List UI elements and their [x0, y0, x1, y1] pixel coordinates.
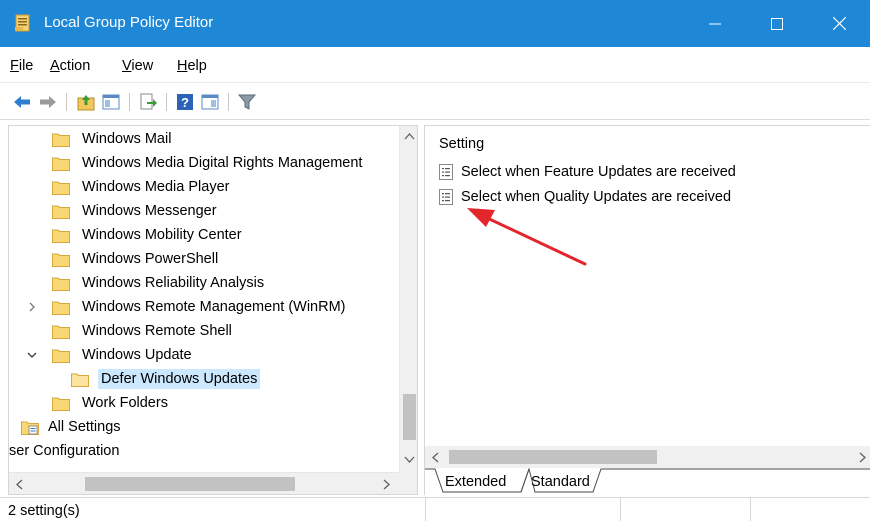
- tree-item-label: Windows Messenger: [82, 203, 217, 219]
- tree-item-label: Windows Reliability Analysis: [82, 275, 265, 291]
- folder-icon: [52, 325, 70, 339]
- tree-item[interactable]: Windows Mobility Center: [52, 223, 245, 247]
- status-divider: [620, 498, 621, 521]
- svg-text:?: ?: [181, 95, 189, 110]
- menu-bar: File Action View Help: [0, 47, 870, 83]
- toolbar-separator: [129, 93, 130, 111]
- folder-icon: [52, 181, 70, 195]
- tree-item-selected[interactable]: Defer Windows Updates: [71, 367, 261, 391]
- folder-icon: [52, 157, 70, 171]
- tree-item[interactable]: Windows Media Player: [52, 175, 232, 199]
- window-title: Local Group Policy Editor: [44, 14, 214, 31]
- tree-item[interactable]: Work Folders: [52, 391, 171, 415]
- tree-item[interactable]: Windows Reliability Analysis: [52, 271, 267, 295]
- tree-item[interactable]: Windows Messenger: [52, 199, 220, 223]
- folder-icon: [52, 133, 70, 147]
- tree-horizontal-scrollbar[interactable]: [9, 472, 399, 494]
- tree-item-label: Windows Media Player: [82, 179, 230, 195]
- annotation-arrow: [467, 208, 587, 266]
- status-bar: 2 setting(s): [0, 497, 870, 521]
- all-settings-icon: [21, 421, 39, 435]
- tree-item-label: Windows Mail: [82, 131, 172, 147]
- chevron-right-icon[interactable]: [26, 301, 38, 313]
- status-divider: [750, 498, 751, 521]
- tree-item[interactable]: ser Configuration: [9, 439, 122, 463]
- tree-item[interactable]: Windows Remote Shell: [52, 319, 235, 343]
- tree-item[interactable]: Windows Mail: [52, 127, 174, 151]
- tree-item-label: Windows Media Digital Rights Management: [82, 155, 363, 171]
- maximize-button[interactable]: [746, 0, 808, 47]
- view-tabs: Extended Standard: [425, 468, 870, 495]
- menu-help[interactable]: Help: [177, 58, 207, 74]
- folder-icon: [52, 205, 70, 219]
- folder-icon: [52, 277, 70, 291]
- toolbar: ?: [0, 84, 870, 120]
- toolbar-separator: [66, 93, 67, 111]
- tree-pane[interactable]: Windows Mail Windows Media Digital Right…: [8, 125, 418, 495]
- tree-item-label: Windows Remote Shell: [82, 323, 232, 339]
- title-bar: Local Group Policy Editor: [0, 0, 870, 47]
- scroll-up-arrow-icon[interactable]: [404, 132, 415, 140]
- folder-icon: [52, 397, 70, 411]
- tree-item-label: Windows Mobility Center: [82, 227, 242, 243]
- status-divider: [425, 498, 426, 521]
- tree-item[interactable]: Windows Media Digital Rights Management: [52, 151, 365, 175]
- show-hide-tree-icon[interactable]: [101, 92, 121, 112]
- forward-icon[interactable]: [38, 92, 58, 112]
- tree-item-label: Windows Update: [82, 347, 192, 363]
- close-icon: [832, 17, 846, 30]
- folder-icon: [52, 301, 70, 315]
- scroll-thumb[interactable]: [403, 394, 416, 440]
- tree-vertical-scrollbar[interactable]: [399, 126, 417, 472]
- help-icon[interactable]: ?: [175, 92, 195, 112]
- toolbar-separator: [166, 93, 167, 111]
- tree-item[interactable]: Windows PowerShell: [52, 247, 221, 271]
- tree-item[interactable]: Windows Remote Management (WinRM): [52, 295, 349, 319]
- properties-pane-icon[interactable]: [200, 92, 220, 112]
- scroll-down-arrow-icon[interactable]: [404, 456, 415, 464]
- chevron-down-icon[interactable]: [26, 349, 38, 361]
- menu-action[interactable]: Action: [50, 58, 90, 74]
- tree-item[interactable]: All Settings: [21, 415, 124, 439]
- tree-item-label: Work Folders: [82, 395, 168, 411]
- tree-item-label: Defer Windows Updates: [98, 369, 261, 389]
- minimize-button[interactable]: [684, 0, 746, 47]
- folder-icon: [52, 229, 70, 243]
- export-list-icon[interactable]: [138, 92, 158, 112]
- details-pane[interactable]: Setting Select when Feature Updates are …: [424, 125, 870, 495]
- toolbar-separator: [228, 93, 229, 111]
- scroll-right-arrow-icon[interactable]: [859, 452, 867, 463]
- menu-view[interactable]: View: [122, 58, 153, 74]
- tree-item[interactable]: Windows Update: [52, 343, 195, 367]
- scroll-left-arrow-icon[interactable]: [15, 479, 23, 490]
- open-folder-icon: [71, 373, 89, 387]
- folder-icon: [52, 253, 70, 267]
- scroll-right-arrow-icon[interactable]: [383, 479, 391, 490]
- tab-extended[interactable]: Extended: [445, 474, 506, 490]
- minimize-icon: [709, 23, 721, 24]
- up-folder-icon[interactable]: [76, 92, 96, 112]
- scroll-thumb[interactable]: [449, 450, 657, 464]
- tree-item-label: Windows PowerShell: [82, 251, 219, 267]
- menu-file[interactable]: File: [10, 58, 33, 74]
- back-icon[interactable]: [12, 92, 32, 112]
- maximize-icon: [771, 17, 783, 30]
- group-policy-app-icon: [15, 14, 30, 32]
- scroll-left-arrow-icon[interactable]: [431, 452, 439, 463]
- details-horizontal-scrollbar[interactable]: [425, 446, 870, 468]
- scrollbar-corner: [399, 472, 417, 494]
- filter-icon[interactable]: [237, 92, 257, 112]
- tab-standard[interactable]: Standard: [531, 474, 590, 490]
- folder-icon: [52, 349, 70, 363]
- close-button[interactable]: [808, 0, 870, 47]
- scroll-thumb[interactable]: [85, 477, 295, 491]
- tree-item-label: ser Configuration: [9, 443, 120, 459]
- status-text: 2 setting(s): [8, 503, 80, 519]
- tree-item-label: All Settings: [48, 419, 121, 435]
- tree-item-label: Windows Remote Management (WinRM): [82, 299, 346, 315]
